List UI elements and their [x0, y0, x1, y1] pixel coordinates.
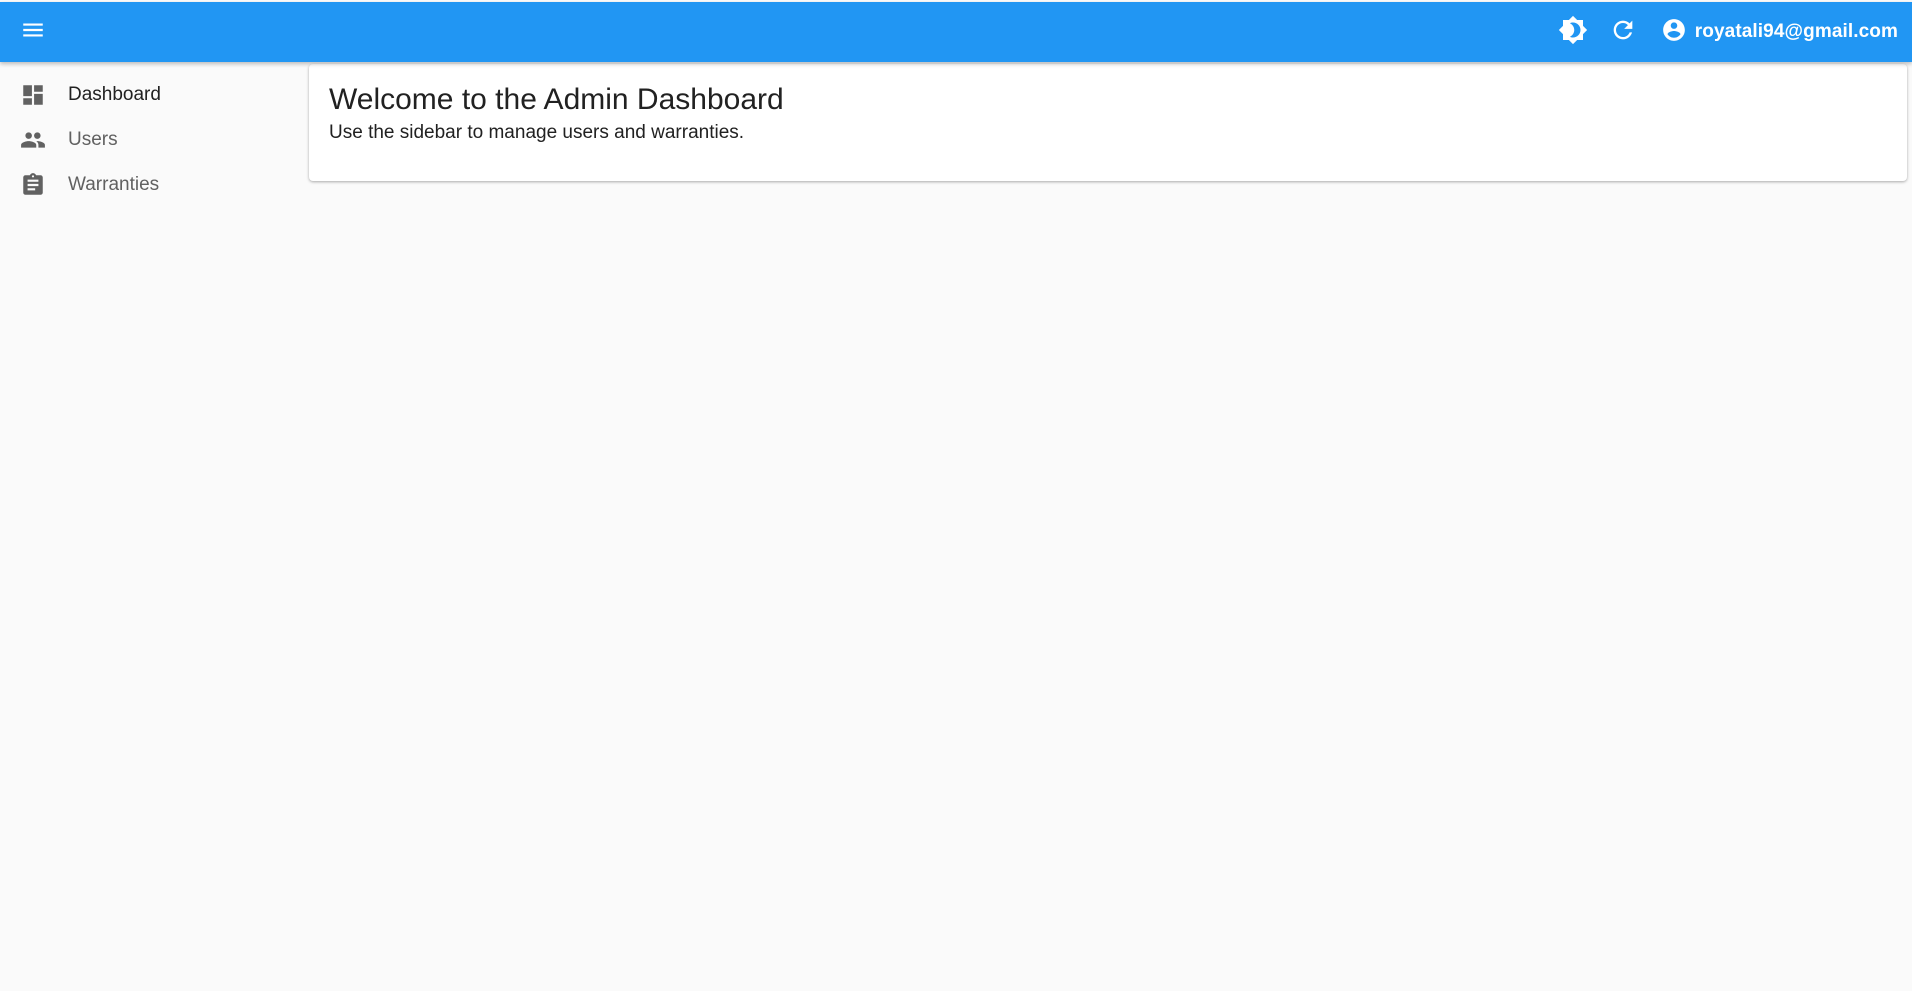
user-account[interactable]: royatali94@gmail.com: [1661, 17, 1898, 48]
refresh-button[interactable]: [1603, 12, 1643, 52]
page-title: Welcome to the Admin Dashboard: [329, 83, 784, 116]
menu-icon: [20, 17, 46, 48]
menu-button[interactable]: [15, 14, 51, 50]
refresh-icon: [1609, 16, 1637, 49]
sidebar-item-label: Dashboard: [68, 83, 161, 105]
user-email: royatali94@gmail.com: [1694, 21, 1898, 42]
sidebar-item-dashboard[interactable]: Dashboard: [0, 72, 300, 117]
sidebar-item-users[interactable]: Users: [0, 117, 300, 162]
dashboard-icon: [20, 82, 46, 108]
theme-toggle-button[interactable]: [1553, 12, 1593, 52]
account-circle-icon: [1661, 17, 1687, 48]
brightness-icon: [1558, 15, 1588, 50]
page-subtitle: Use the sidebar to manage users and warr…: [329, 122, 745, 143]
clipboard-icon: [20, 172, 46, 198]
sidebar-item-label: Users: [68, 128, 118, 150]
sidebar-item-warranties[interactable]: Warranties: [0, 162, 300, 207]
sidebar: Dashboard Users Warranties: [0, 72, 300, 207]
people-icon: [20, 127, 46, 153]
app-bar: royatali94@gmail.com: [0, 2, 1912, 62]
sidebar-item-label: Warranties: [68, 173, 160, 195]
welcome-card: Welcome to the Admin Dashboard Use the s…: [309, 64, 1907, 181]
